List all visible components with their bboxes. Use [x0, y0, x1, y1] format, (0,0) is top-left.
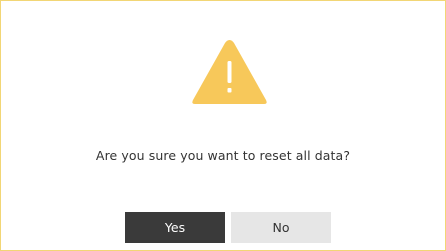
confirm-message: Are you sure you want to reset all data?: [95, 148, 351, 163]
yes-button[interactable]: Yes: [125, 212, 225, 243]
warning-triangle-icon: [192, 40, 267, 104]
confirm-reset-dialog: Are you sure you want to reset all data?…: [0, 0, 446, 251]
no-button[interactable]: No: [231, 212, 331, 243]
